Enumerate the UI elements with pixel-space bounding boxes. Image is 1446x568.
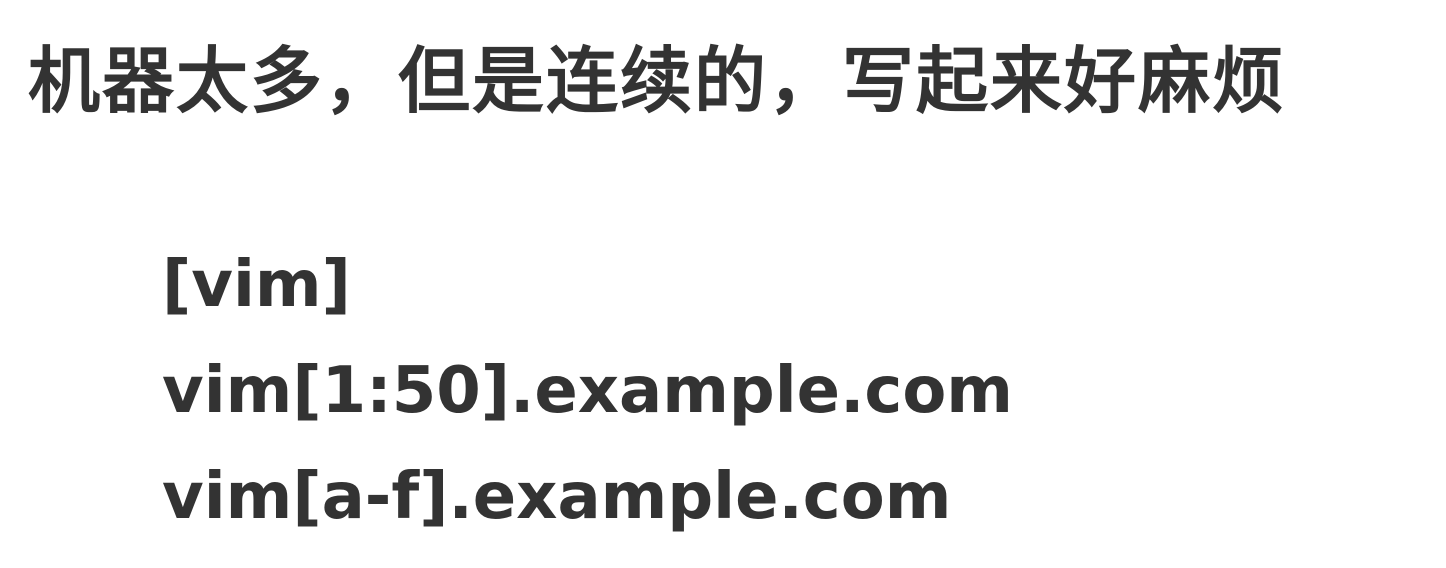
inventory-group-line: [vim] [162,248,351,322]
inventory-example: [vim] vim[1:50].example.com vim[a-f].exa… [162,232,1013,550]
page-heading: 机器太多，但是连续的，写起来好麻烦 [28,39,1287,123]
inventory-host-range-numeric: vim[1:50].example.com [162,354,1013,428]
page: { "heading": "机器太多，但是连续的，写起来好麻烦", "code_… [0,0,1446,568]
inventory-host-range-alpha: vim[a-f].example.com [162,460,952,534]
